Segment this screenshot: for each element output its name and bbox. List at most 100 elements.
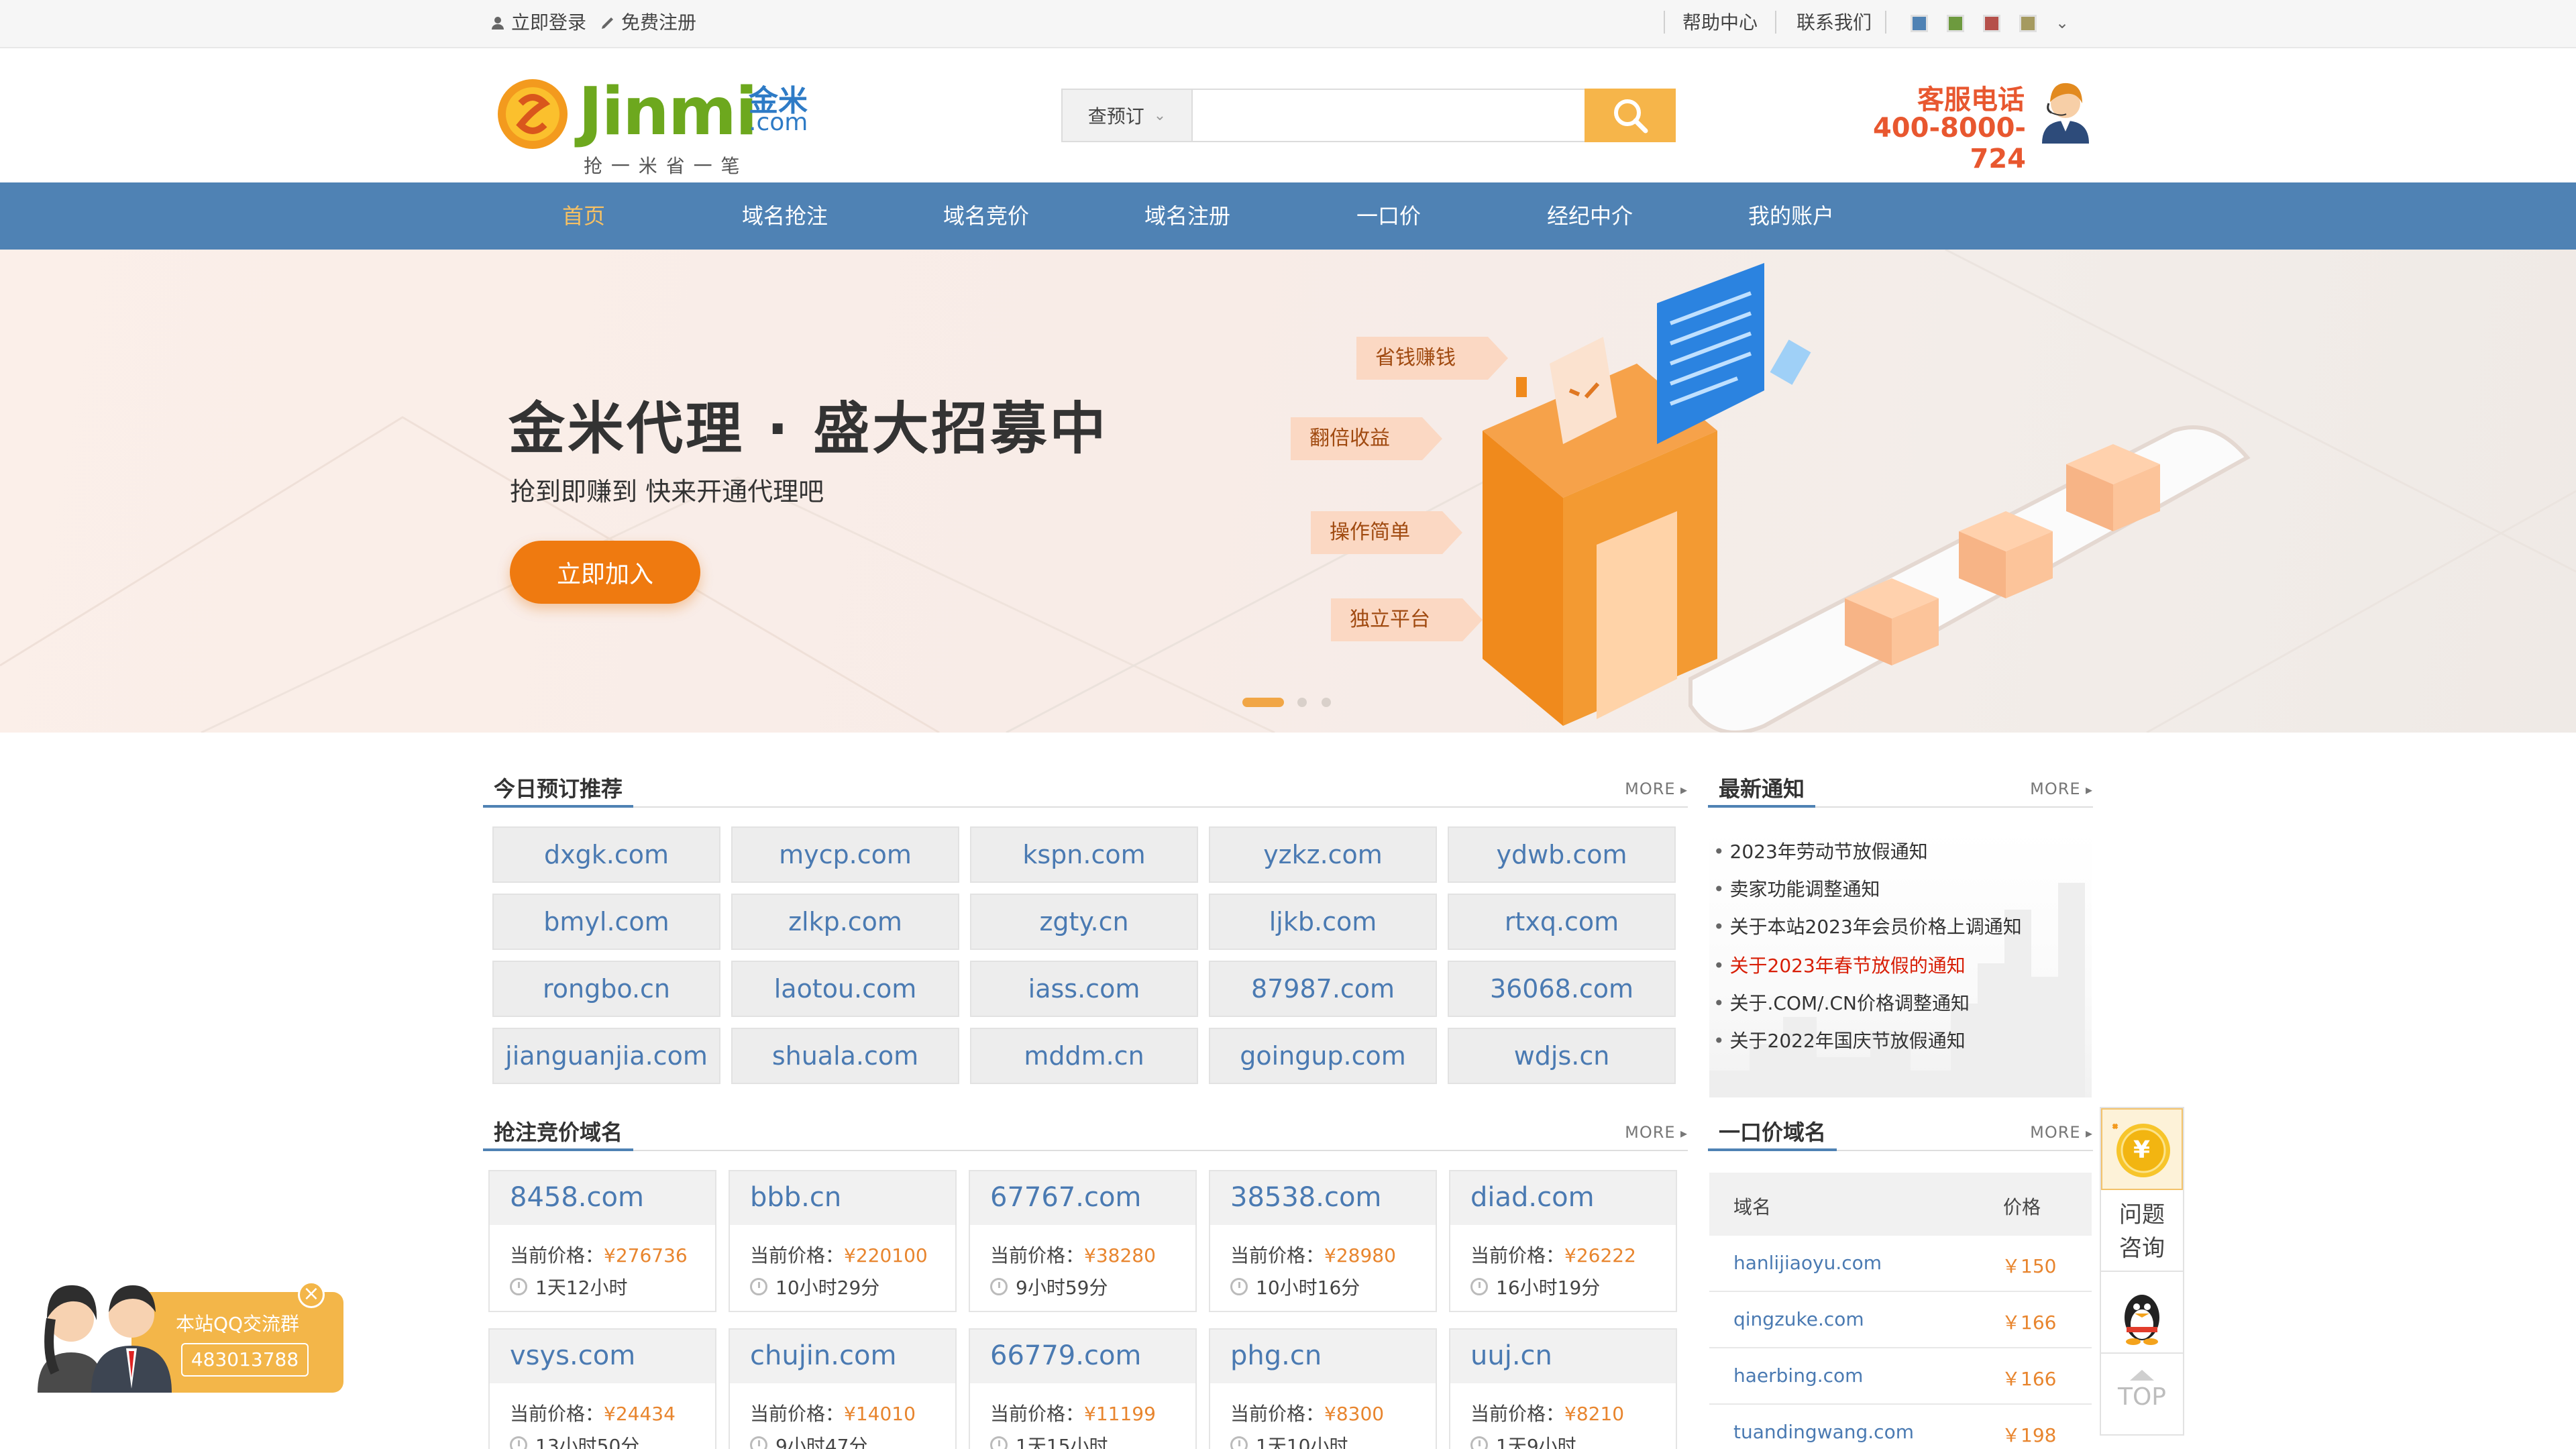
auction-domain-name[interactable]: bbb.cn <box>750 1182 841 1213</box>
join-now-button[interactable]: 立即加入 <box>510 541 700 604</box>
auction-card[interactable]: phg.cn 当前价格：¥8300 1天10小时 <box>1209 1328 1437 1449</box>
notices-more-link[interactable]: MORE <box>2030 780 2093 798</box>
auction-card[interactable]: 67767.com 当前价格：¥38280 9小时59分 <box>969 1170 1197 1312</box>
domain-link[interactable]: shuala.com <box>731 1028 959 1084</box>
carousel-dot-active[interactable] <box>1242 698 1284 707</box>
service-phone: 400-8000-724 <box>1872 113 2026 174</box>
auction-domain-name[interactable]: 38538.com <box>1230 1182 1381 1213</box>
auction-card[interactable]: bbb.cn 当前价格：¥220100 10小时29分 <box>729 1170 957 1312</box>
coin-button[interactable]: ¥ <box>2101 1108 2183 1190</box>
search-button[interactable] <box>1585 89 1676 142</box>
auction-card[interactable]: uuj.cn 当前价格：¥8210 1天9小时 <box>1449 1328 1677 1449</box>
domain-link[interactable]: 36068.com <box>1448 961 1676 1017</box>
notice-item[interactable]: 关于本站2023年会员价格上调通知 <box>1713 912 2022 939</box>
nav-brokerage[interactable]: 经纪中介 <box>1536 182 1644 250</box>
close-icon[interactable]: × <box>298 1281 325 1308</box>
carousel-dot[interactable] <box>1297 698 1307 707</box>
coin-symbol: ¥ <box>2133 1136 2151 1164</box>
qq-button[interactable] <box>2101 1273 2183 1354</box>
table-row[interactable]: tuandingwang.com ￥198 <box>1709 1405 2092 1449</box>
search-input[interactable] <box>1194 90 1570 141</box>
theme-swatch-olive[interactable] <box>2019 15 2037 32</box>
auction-card[interactable]: vsys.com 当前价格：¥24434 13小时50分 <box>488 1328 716 1449</box>
domain-link[interactable]: zlkp.com <box>731 894 959 950</box>
time-remaining: 10小时16分 <box>1256 1277 1360 1299</box>
auction-domain-name[interactable]: uuj.cn <box>1470 1340 1552 1371</box>
auction-price: 当前价格：¥220100 <box>750 1241 928 1268</box>
domain-link[interactable]: rtxq.com <box>1448 894 1676 950</box>
notice-item[interactable]: 卖家功能调整通知 <box>1713 875 1880 902</box>
table-row[interactable]: hanlijiaoyu.com ￥150 <box>1709 1236 2092 1292</box>
auction-domain-name[interactable]: 66779.com <box>990 1340 1141 1371</box>
login-link[interactable]: 立即登录 <box>490 9 586 36</box>
back-to-top-button[interactable]: TOP <box>2101 1355 2183 1434</box>
row-domain[interactable]: qingzuke.com <box>1733 1308 1864 1330</box>
theme-swatch-blue[interactable] <box>1911 15 1928 32</box>
price-label: 当前价格： <box>1230 1403 1325 1425</box>
chevron-down-icon[interactable]: ⌄ <box>2055 13 2069 32</box>
auction-more-link[interactable]: MORE <box>1625 1123 1688 1142</box>
price-label: 当前价格： <box>990 1403 1085 1425</box>
notice-item[interactable]: 2023年劳动节放假通知 <box>1713 837 1928 864</box>
row-domain[interactable]: hanlijiaoyu.com <box>1733 1252 1882 1274</box>
nav-domain-register[interactable]: 域名注册 <box>1134 182 1241 250</box>
auction-domain-name[interactable]: 67767.com <box>990 1182 1141 1213</box>
domain-link[interactable]: yzkz.com <box>1209 826 1437 883</box>
promo-banner[interactable]: 金米代理 · 盛大招募中 抢到即赚到 快来开通代理吧 立即加入 省钱赚钱 翻倍收… <box>0 250 2576 733</box>
domain-link[interactable]: zgty.cn <box>970 894 1198 950</box>
domain-link[interactable]: goingup.com <box>1209 1028 1437 1084</box>
banner-tag: 翻倍收益 <box>1291 417 1442 460</box>
domain-link[interactable]: dxgk.com <box>492 826 720 883</box>
auction-domain-name[interactable]: vsys.com <box>510 1340 635 1371</box>
domain-link[interactable]: mycp.com <box>731 826 959 883</box>
nav-domain-bidding[interactable]: 域名竞价 <box>932 182 1040 250</box>
contact-link[interactable]: 联系我们 <box>1796 9 1872 36</box>
auction-card[interactable]: diad.com 当前价格：¥26222 16小时19分 <box>1449 1170 1677 1312</box>
fixed-price-more-link[interactable]: MORE <box>2030 1123 2093 1142</box>
nav-home[interactable]: 首页 <box>530 182 637 250</box>
price-value: ¥38280 <box>1084 1244 1156 1267</box>
row-domain[interactable]: tuandingwang.com <box>1733 1421 1914 1443</box>
notice-item[interactable]: 关于.COM/.CN价格调整通知 <box>1713 989 1970 1016</box>
nav-my-account[interactable]: 我的账户 <box>1737 182 1845 250</box>
search-type-label: 查预订 <box>1087 105 1144 127</box>
auction-domain-name[interactable]: 8458.com <box>510 1182 644 1213</box>
auction-domain-name[interactable]: chujin.com <box>750 1340 896 1371</box>
notice-item-highlight[interactable]: 关于2023年春节放假的通知 <box>1713 951 1966 978</box>
domain-link[interactable]: mddm.cn <box>970 1028 1198 1084</box>
carousel-dot[interactable] <box>1322 698 1331 707</box>
domain-link[interactable]: kspn.com <box>970 826 1198 883</box>
recommend-more-link[interactable]: MORE <box>1625 780 1688 798</box>
domain-link[interactable]: laotou.com <box>731 961 959 1017</box>
domain-link[interactable]: rongbo.cn <box>492 961 720 1017</box>
recommend-header: 今日预订推荐 MORE <box>483 770 1688 808</box>
auction-time: 16小时19分 <box>1470 1273 1600 1300</box>
domain-link[interactable]: 87987.com <box>1209 961 1437 1017</box>
auction-card[interactable]: 8458.com 当前价格：¥276736 1天12小时 <box>488 1170 716 1312</box>
search-type-select[interactable]: 查预订 ⌄ <box>1063 90 1193 141</box>
nav-domain-snatch[interactable]: 域名抢注 <box>731 182 839 250</box>
time-remaining: 1天9小时 <box>1496 1435 1576 1449</box>
notice-item[interactable]: 关于2022年国庆节放假通知 <box>1713 1026 1966 1053</box>
domain-link[interactable]: iass.com <box>970 961 1198 1017</box>
auction-card[interactable]: 38538.com 当前价格：¥28980 10小时16分 <box>1209 1170 1437 1312</box>
domain-link[interactable]: bmyl.com <box>492 894 720 950</box>
nav-fixed-price[interactable]: 一口价 <box>1335 182 1442 250</box>
domain-link[interactable]: ljkb.com <box>1209 894 1437 950</box>
help-center-link[interactable]: 帮助中心 <box>1682 9 1758 36</box>
table-row[interactable]: haerbing.com ￥166 <box>1709 1348 2092 1405</box>
row-domain[interactable]: haerbing.com <box>1733 1364 1863 1387</box>
domain-link[interactable]: ydwb.com <box>1448 826 1676 883</box>
auction-domain-name[interactable]: diad.com <box>1470 1182 1595 1213</box>
table-row[interactable]: qingzuke.com ￥166 <box>1709 1292 2092 1348</box>
theme-swatch-red[interactable] <box>1983 15 2000 32</box>
auction-card[interactable]: 66779.com 当前价格：¥11199 1天15小时 <box>969 1328 1197 1449</box>
auction-card[interactable]: chujin.com 当前价格：¥14010 9小时47分 <box>729 1328 957 1449</box>
register-link[interactable]: 免费注册 <box>600 9 696 36</box>
domain-link[interactable]: wdjs.cn <box>1448 1028 1676 1084</box>
theme-swatch-green[interactable] <box>1947 15 1964 32</box>
auction-domain-name[interactable]: phg.cn <box>1230 1340 1322 1371</box>
auction-price: 当前价格：¥26222 <box>1470 1241 1636 1268</box>
consult-button[interactable]: 问题 咨询 <box>2101 1191 2183 1272</box>
domain-link[interactable]: jianguanjia.com <box>492 1028 720 1084</box>
